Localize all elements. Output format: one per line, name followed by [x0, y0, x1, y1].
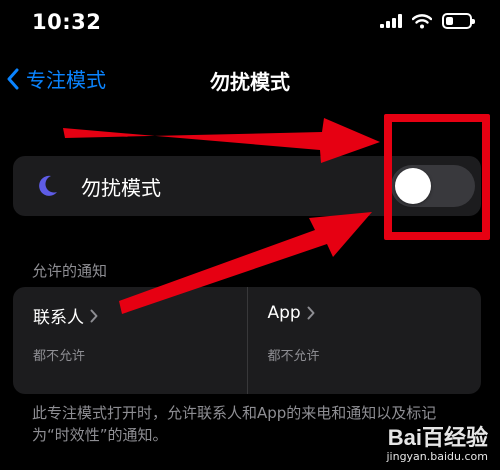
annotation-arrow-upper — [63, 118, 380, 163]
annotation-arrow-lower — [119, 212, 372, 314]
annotation-arrows — [63, 118, 380, 314]
